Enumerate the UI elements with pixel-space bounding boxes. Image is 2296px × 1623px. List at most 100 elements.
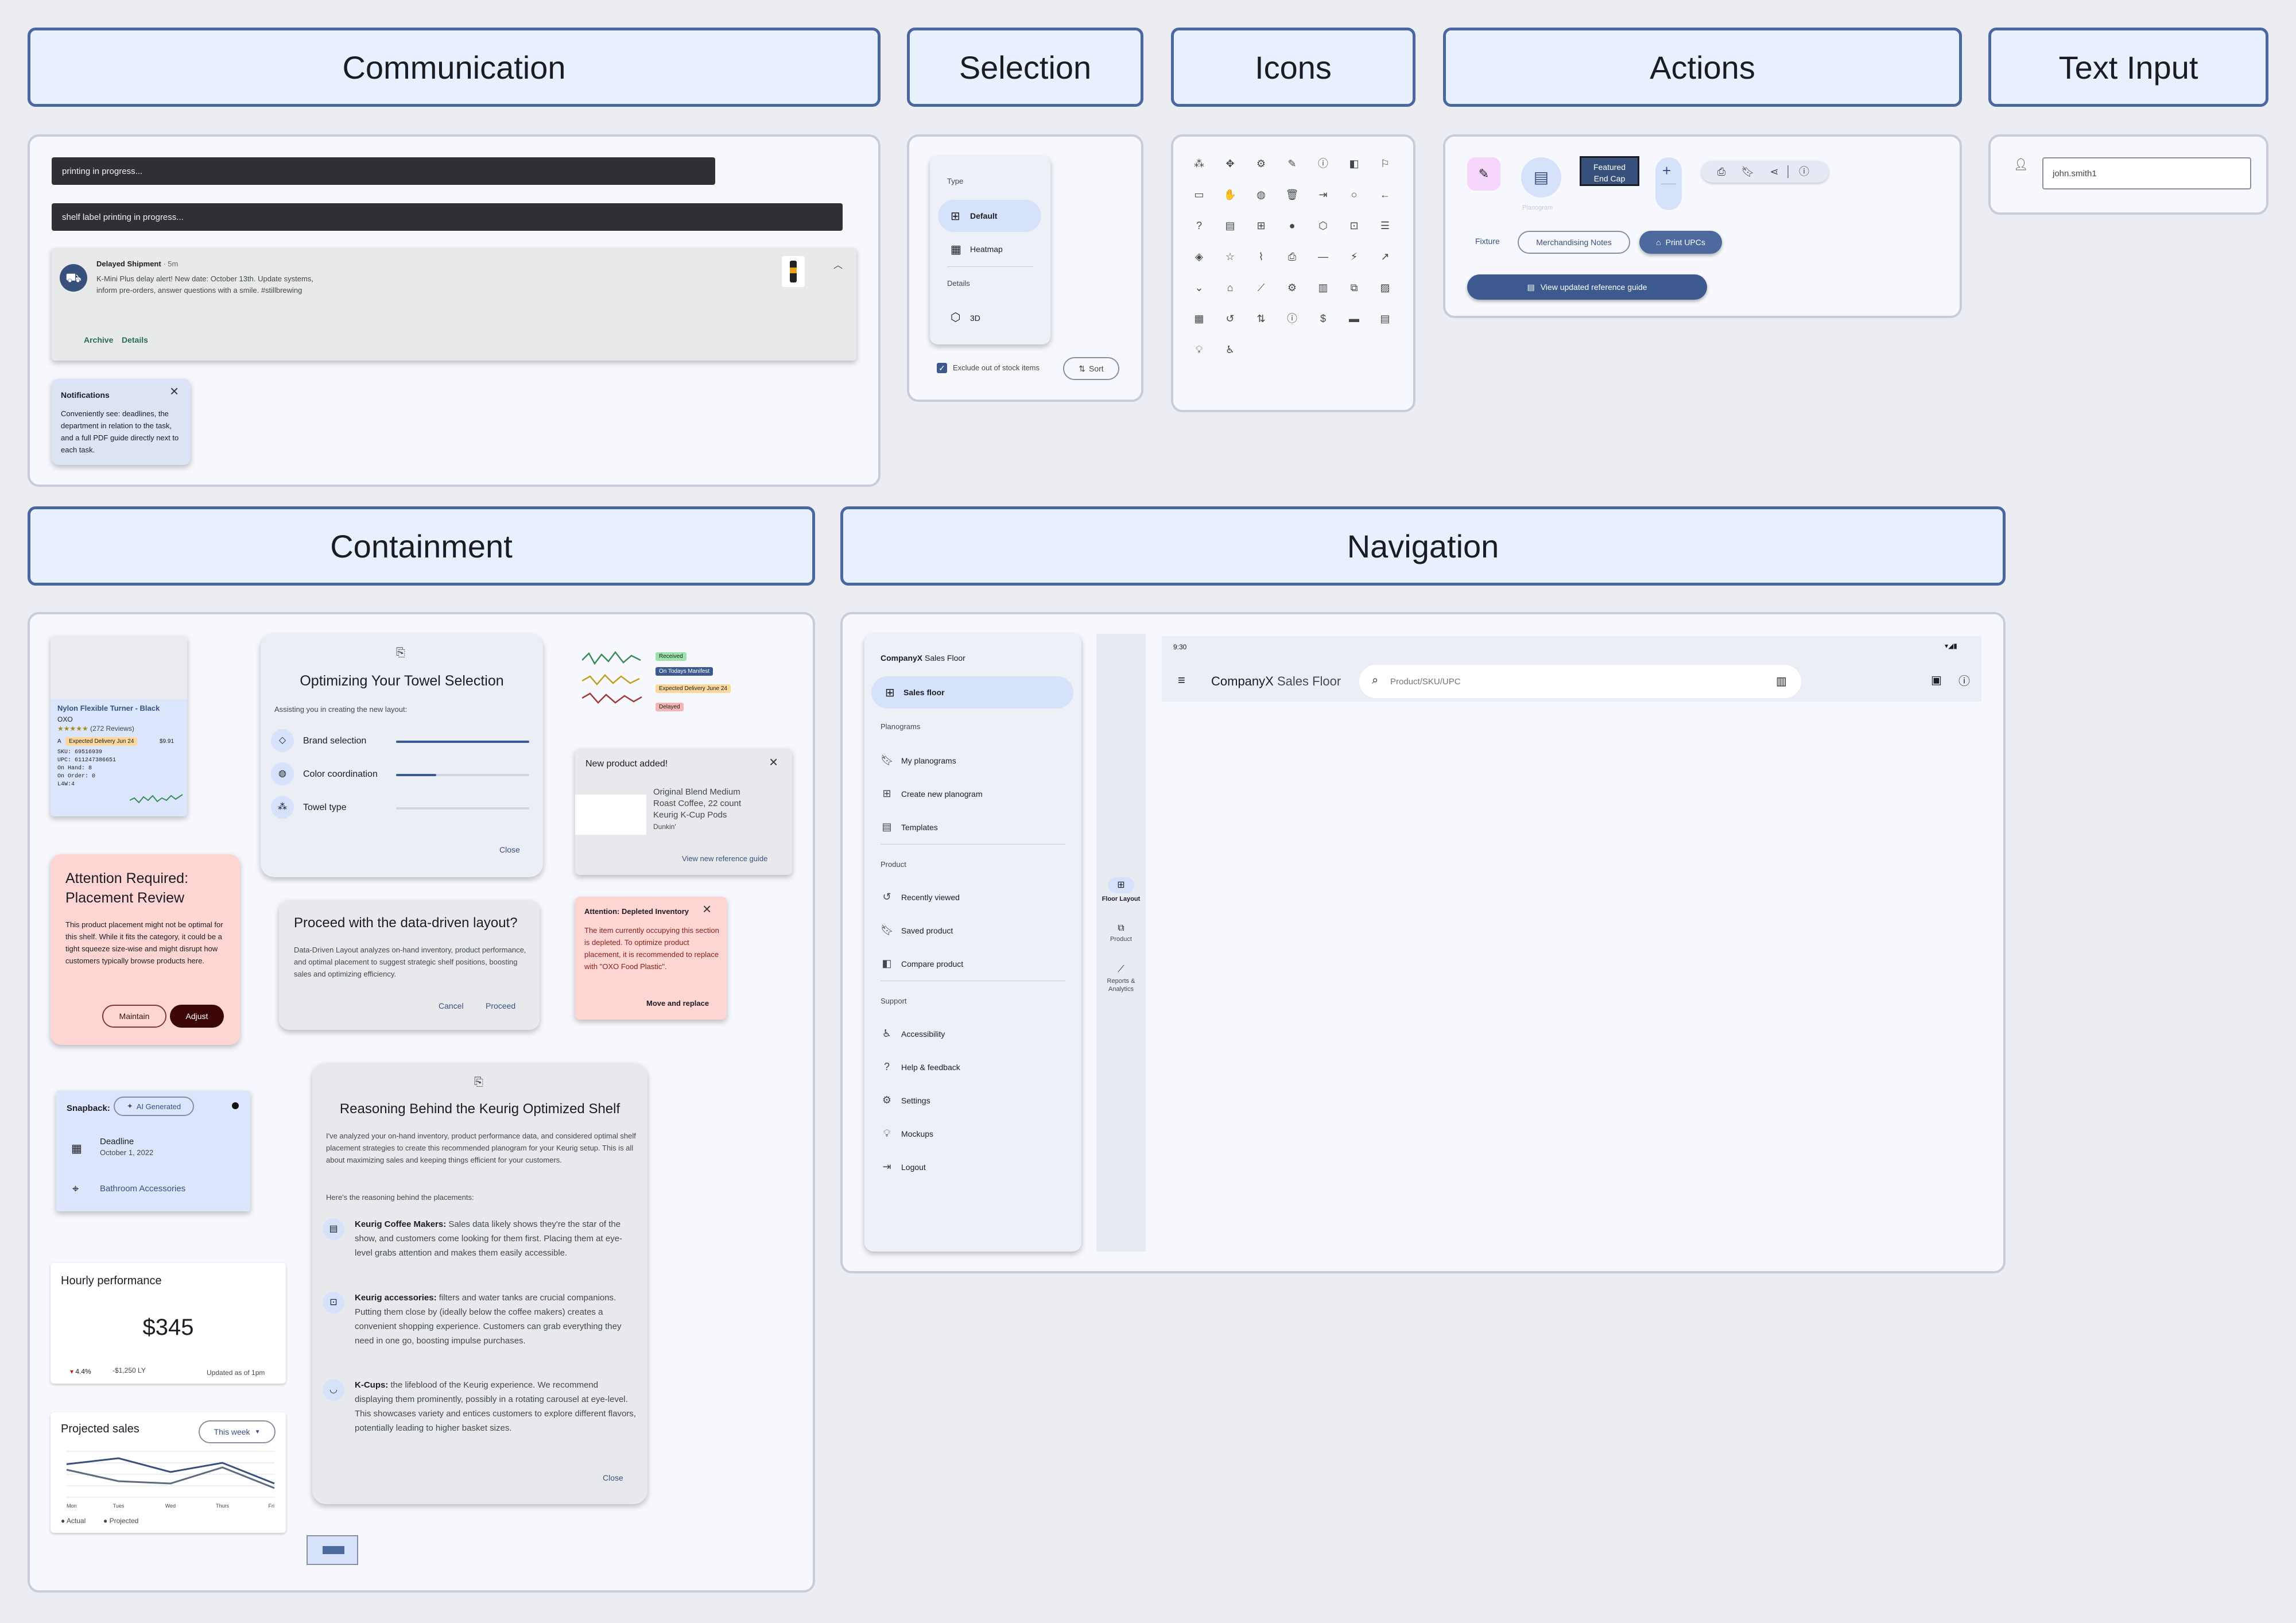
drawer-item-recently-viewed[interactable]: ↺ Recently viewed bbox=[881, 891, 959, 903]
drawer-item-templates[interactable]: ▤ Templates bbox=[881, 821, 937, 833]
calendar-icon: ▦ bbox=[71, 1142, 82, 1155]
deadline-date: October 1, 2022 bbox=[100, 1148, 154, 1157]
close-icon[interactable]: × bbox=[769, 753, 778, 771]
bookmark-icon[interactable]: 🔖︎ bbox=[1740, 164, 1755, 179]
hourly-title: Hourly performance bbox=[61, 1275, 162, 1287]
header-text-input: Text Input bbox=[1988, 28, 2268, 107]
close-icon[interactable]: × bbox=[703, 900, 711, 918]
towel-close-button[interactable]: Close bbox=[499, 845, 520, 854]
move-and-replace-button[interactable]: Move and replace bbox=[646, 999, 709, 1008]
cancel-button[interactable]: Cancel bbox=[439, 1001, 464, 1010]
planogram-fab[interactable]: ▤ bbox=[1521, 157, 1561, 197]
dollar-icon: $ bbox=[1320, 313, 1326, 324]
analytics-icon: ⟋ bbox=[1257, 282, 1265, 293]
drawer-item-create-planogram[interactable]: ⊞ Create new planogram bbox=[881, 788, 982, 800]
hourly-delta: 4.4% bbox=[75, 1368, 91, 1376]
proceed-button[interactable]: Proceed bbox=[486, 1001, 515, 1010]
cup-icon: ◡ bbox=[323, 1379, 344, 1401]
attention-title-1: Attention Required: bbox=[65, 870, 189, 886]
help-icon[interactable]: ⓘ bbox=[1958, 672, 1970, 688]
cube-network-icon: ⁂ bbox=[1194, 158, 1204, 169]
drawer-item-settings[interactable]: ⚙︎ Settings bbox=[881, 1094, 930, 1106]
exclude-checkbox[interactable]: ✓ bbox=[937, 363, 947, 373]
plus-icon[interactable]: + bbox=[1662, 162, 1671, 180]
notifications-icon[interactable]: ▣ bbox=[1931, 673, 1942, 687]
drawer-item-accessibility[interactable]: ♿︎ Accessibility bbox=[881, 1028, 945, 1040]
view-guide-label: View updated reference guide bbox=[1540, 282, 1647, 292]
notification-title: Delayed Shipment bbox=[96, 259, 161, 268]
drawer-item-logout[interactable]: ⇥ Logout bbox=[881, 1161, 925, 1173]
chevron-up-icon[interactable]: ︿ bbox=[833, 257, 843, 271]
actual-legend: Actual bbox=[66, 1517, 86, 1525]
menu-item-3d[interactable]: ⬡ 3D bbox=[938, 302, 1041, 334]
attention-required-card: Attention Required: Placement Review Thi… bbox=[51, 854, 240, 1045]
heatmap-icon: ▦ bbox=[951, 243, 961, 256]
product-card[interactable]: Nylon Flexible Turner - Black OXO ★★★★★ … bbox=[51, 636, 187, 816]
actual-legend-dot: ● bbox=[61, 1517, 65, 1525]
zoom-stepper[interactable]: + bbox=[1655, 157, 1682, 210]
search-bar[interactable]: ⌕ ▥ bbox=[1359, 665, 1801, 698]
print-upcs-button[interactable]: ⌂ Print UPCs bbox=[1639, 231, 1722, 254]
coffee-maker-icon: ▤ bbox=[323, 1218, 344, 1240]
icons-panel bbox=[1171, 134, 1415, 412]
reasoning-close-button[interactable]: Close bbox=[603, 1473, 623, 1482]
app-brand: CompanyX Sales Floor bbox=[1211, 674, 1341, 689]
sort-chip[interactable]: ⇅ Sort bbox=[1063, 357, 1119, 380]
merchandising-notes-button[interactable]: Merchandising Notes bbox=[1518, 231, 1630, 254]
rail-item-floor-layout[interactable]: ⊞ Floor Layout bbox=[1096, 877, 1146, 917]
drawer-item-help[interactable]: ? Help & feedback bbox=[881, 1061, 960, 1073]
edit-fab[interactable]: ✎ bbox=[1467, 157, 1500, 191]
drawer-item-saved-product[interactable]: 🔖︎ Saved product bbox=[881, 924, 953, 936]
clipboard-icon: ⎘ bbox=[474, 1076, 483, 1089]
ai-generated-label: AI Generated bbox=[136, 1102, 181, 1111]
range-dropdown[interactable]: This week ▼ bbox=[199, 1420, 276, 1443]
drawer-brand-company: CompanyX bbox=[881, 653, 923, 663]
layout-icon: ⊞ bbox=[885, 687, 895, 699]
share-icon[interactable]: ⋖ bbox=[1767, 164, 1782, 179]
reasoning-dialog: ⎘ Reasoning Behind the Keurig Optimized … bbox=[312, 1063, 647, 1504]
maintain-button[interactable]: Maintain bbox=[102, 1005, 166, 1028]
notification-card[interactable]: ⛟ Delayed Shipment · 5m K-Mini Plus dela… bbox=[52, 248, 856, 361]
attention-title-2: Placement Review bbox=[65, 890, 185, 906]
username-field[interactable]: john.smith1 bbox=[2042, 157, 2251, 189]
tooltip-notifications: Notifications × Conveniently see: deadli… bbox=[52, 379, 191, 465]
view-reference-guide-link[interactable]: View new reference guide bbox=[682, 854, 767, 863]
menu-item-heatmap[interactable]: ▦ Heatmap bbox=[938, 233, 1041, 265]
adjust-button[interactable]: Adjust bbox=[170, 1005, 224, 1028]
drawer-item-compare-product[interactable]: ◧ Compare product bbox=[881, 958, 963, 970]
tick-label: Fri bbox=[269, 1503, 275, 1509]
logout-icon: ⇥ bbox=[1318, 189, 1328, 200]
barcode-scan-icon[interactable]: ▥ bbox=[1776, 674, 1787, 688]
app-brand-company: CompanyX bbox=[1211, 674, 1274, 688]
print-icon[interactable]: ⎙ bbox=[1714, 164, 1729, 179]
view-guide-button[interactable]: ▤ View updated reference guide bbox=[1467, 274, 1707, 300]
menu-icon[interactable]: ≡ bbox=[1178, 673, 1185, 688]
color-coordination-label: Color coordination bbox=[303, 769, 378, 779]
drawer-item-sales-floor[interactable]: ⊞ Sales floor bbox=[871, 676, 1073, 708]
edit-icon: ✎ bbox=[1287, 158, 1297, 169]
search-input[interactable] bbox=[1390, 673, 1735, 690]
drawer-item-mockups[interactable]: 💡︎ Mockups bbox=[881, 1128, 933, 1140]
history-icon: ↺ bbox=[1225, 313, 1235, 324]
rail-item-reports[interactable]: ⟋ Reports & Analytics bbox=[1096, 962, 1146, 1002]
archive-button[interactable]: Archive bbox=[84, 335, 113, 344]
fixture-button[interactable]: Fixture bbox=[1475, 237, 1500, 246]
reasoning-lead: Here's the reasoning behind the placemen… bbox=[326, 1193, 474, 1202]
drawer-item-my-planograms[interactable]: 🔖︎ My planograms bbox=[881, 754, 956, 766]
circle-icon: ○ bbox=[1351, 189, 1358, 200]
menu-item-default[interactable]: ⊞ Default bbox=[938, 200, 1041, 232]
drawer-section-planograms: Planograms bbox=[881, 722, 921, 731]
snapback-card: Snapback: ✦ AI Generated ▦ Deadline Octob… bbox=[56, 1091, 250, 1211]
navigation-drawer: CompanyX Sales Floor ⊞ Sales floor Planog… bbox=[864, 634, 1081, 1252]
layout-icon: ⊞ bbox=[1108, 877, 1134, 893]
info-icon[interactable]: ⓘ bbox=[1797, 164, 1812, 179]
expected-delivery-badge: Expected Delivery Jun 24 bbox=[65, 737, 138, 746]
small-swatch bbox=[307, 1535, 358, 1565]
close-icon[interactable]: × bbox=[170, 382, 179, 400]
sort-icon: ⇅ bbox=[1079, 363, 1086, 373]
notification-time: · 5m bbox=[161, 259, 179, 268]
info-icon: ⓘ bbox=[1318, 158, 1328, 169]
rail-item-product[interactable]: ⧉ Product bbox=[1096, 921, 1146, 955]
details-button[interactable]: Details bbox=[122, 335, 148, 344]
ai-generated-chip[interactable]: ✦ AI Generated bbox=[114, 1097, 194, 1116]
